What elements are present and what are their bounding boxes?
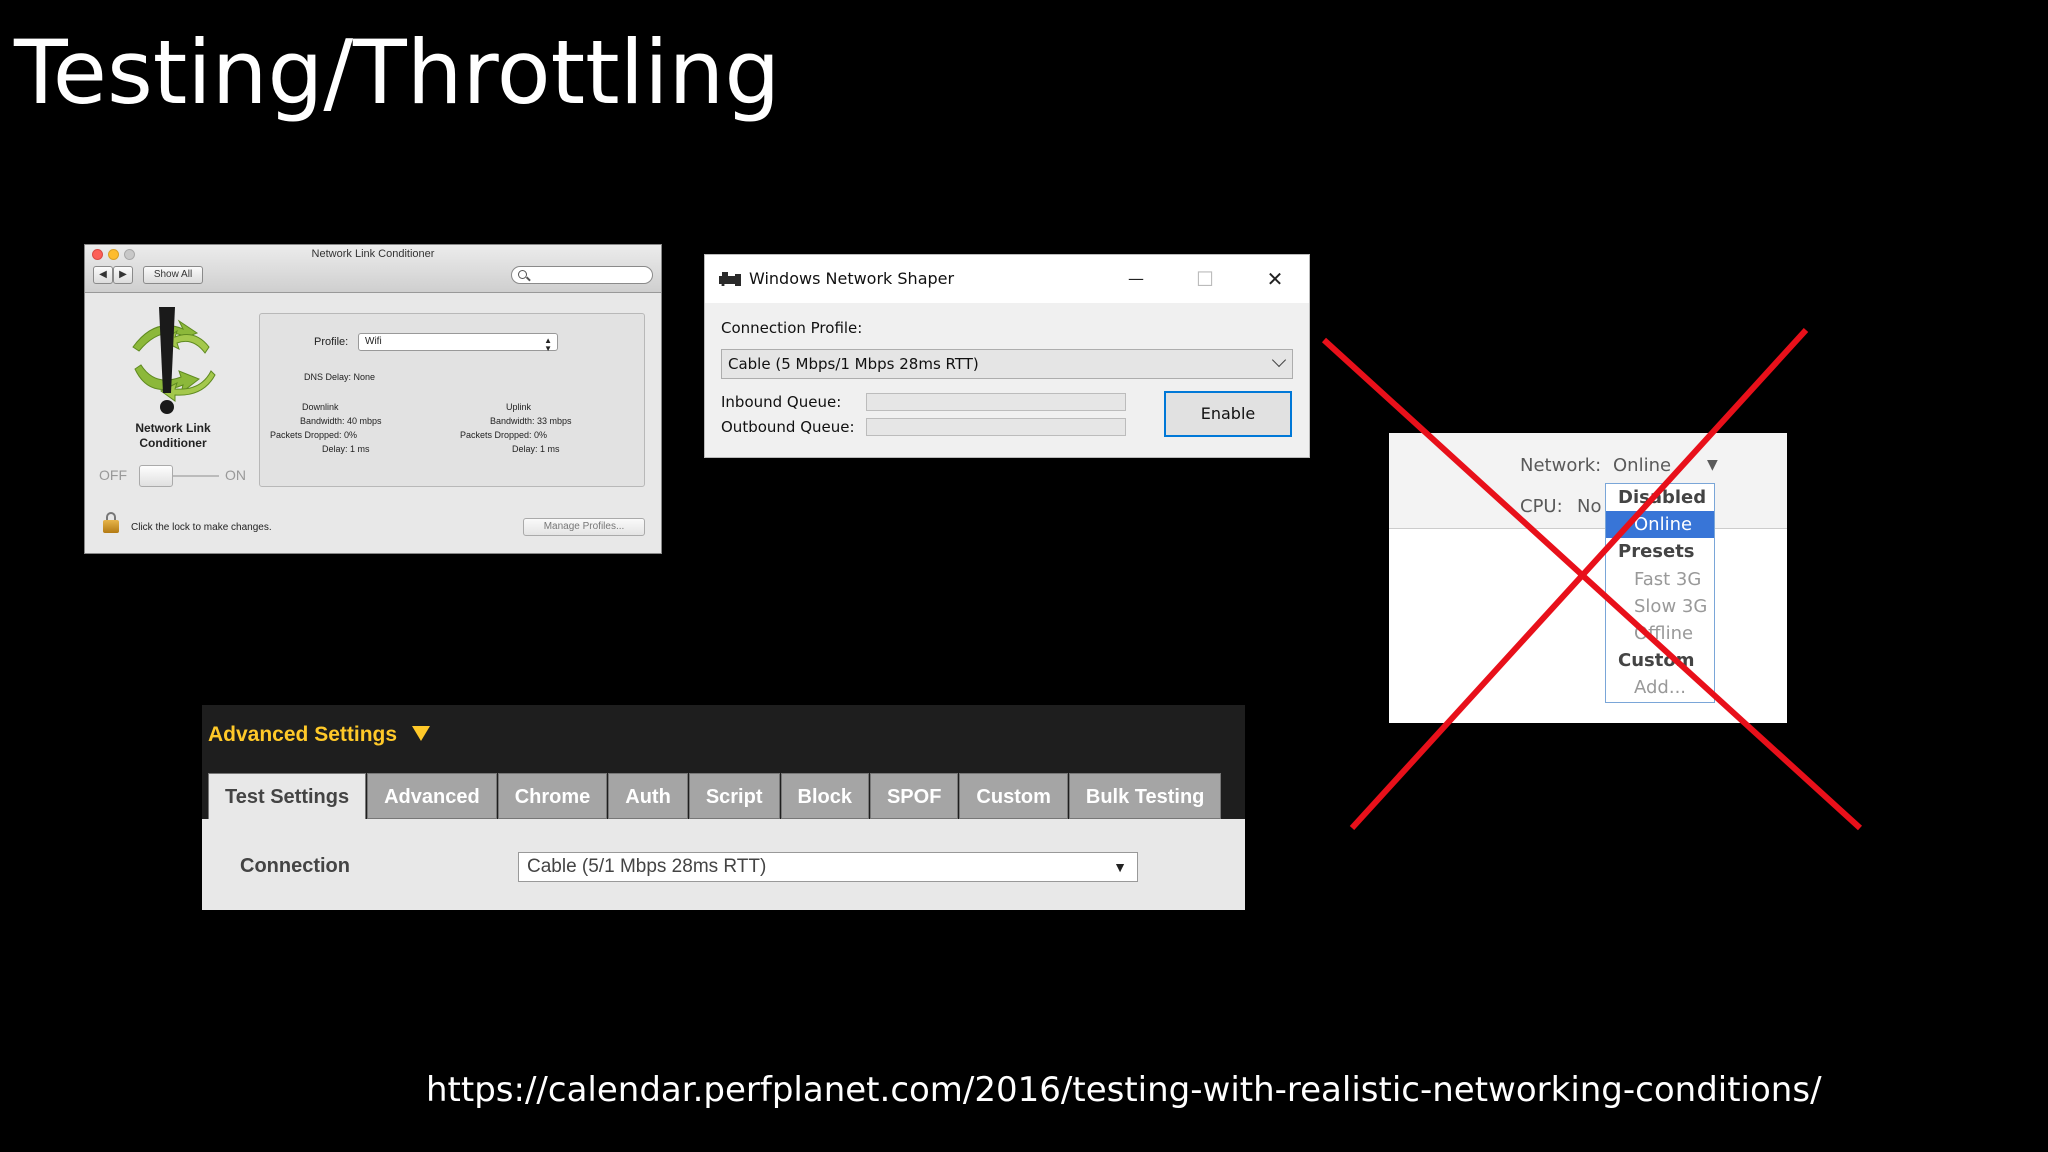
profile-panel: Profile: Wifi ▲ ▼ DNS Delay: None Downlin…	[259, 313, 645, 487]
network-link-conditioner-window: Network Link Conditioner ◀ ▶ Show All Ne…	[84, 244, 662, 554]
tab-block[interactable]: Block	[780, 773, 869, 819]
menu-item-slow-3g[interactable]: Slow 3G	[1606, 593, 1714, 620]
triangle-down-icon[interactable]	[412, 726, 430, 741]
menu-group-custom: Custom	[1618, 650, 1695, 672]
tab-custom[interactable]: Custom	[959, 773, 1068, 819]
tab-auth[interactable]: Auth	[608, 773, 688, 819]
menu-item-add[interactable]: Add...	[1606, 674, 1714, 701]
chrome-throttling-panel: Network: Online ▼ CPU: No Disabled Onlin…	[1389, 433, 1787, 723]
search-icon	[518, 270, 527, 279]
profile-select-value: Wifi	[365, 336, 382, 347]
logo-label-line2: Conditioner	[139, 436, 207, 450]
settings-tabs: Test Settings Advanced Chrome Auth Scrip…	[208, 773, 1222, 825]
close-icon[interactable]: ✕	[1261, 265, 1289, 293]
connection-label: Connection	[240, 855, 350, 877]
outbound-queue-bar	[866, 418, 1126, 436]
uplink-delay: Delay: 1 ms	[512, 444, 560, 454]
uplink-bandwidth: Bandwidth: 33 mbps	[490, 416, 572, 426]
show-all-button[interactable]: Show All	[143, 266, 203, 284]
downlink-delay: Delay: 1 ms	[322, 444, 370, 454]
chevron-down-icon: ▼	[1113, 859, 1127, 875]
inbound-queue-label: Inbound Queue:	[721, 393, 842, 411]
network-label: Network:	[1520, 455, 1602, 476]
nlc-titlebar: Network Link Conditioner ◀ ▶ Show All	[85, 245, 661, 293]
connection-profile-label: Connection Profile:	[721, 319, 863, 337]
window-title: Windows Network Shaper	[749, 269, 955, 288]
chevron-down-icon	[1271, 352, 1287, 368]
window-title: Network Link Conditioner	[311, 248, 435, 260]
test-settings-body: Connection Cable (5/1 Mbps 28ms RTT) ▼	[202, 819, 1245, 910]
switch-track	[173, 475, 219, 477]
uplink-packets-dropped: Packets Dropped: 0%	[460, 430, 548, 440]
menu-item-offline[interactable]: Offline	[1606, 620, 1714, 647]
windows-network-shaper-window: Windows Network Shaper — ☐ ✕ Connection …	[704, 254, 1310, 458]
tab-spof[interactable]: SPOF	[869, 773, 959, 819]
dns-delay: DNS Delay: None	[304, 372, 376, 382]
downlink-packets-dropped: Packets Dropped: 0%	[270, 430, 358, 440]
tab-bulk-testing[interactable]: Bulk Testing	[1068, 773, 1222, 819]
cpu-value[interactable]: No	[1577, 496, 1601, 517]
menu-group-disabled[interactable]: Disabled	[1606, 484, 1714, 511]
network-value[interactable]: Online	[1613, 455, 1671, 476]
tab-script[interactable]: Script	[688, 773, 780, 819]
back-button[interactable]: ◀	[93, 266, 113, 284]
on-off-switch[interactable]	[139, 465, 221, 487]
cpu-label: CPU:	[1520, 496, 1563, 517]
profile-label: Profile:	[314, 336, 349, 348]
maximize-icon[interactable]: ☐	[1191, 265, 1219, 293]
switch-knob[interactable]	[139, 465, 173, 487]
enable-button[interactable]: Enable	[1164, 391, 1292, 437]
webpagetest-advanced-settings: Advanced Settings Test Settings Advanced…	[202, 705, 1245, 910]
logo-label-line1: Network Link	[135, 421, 211, 435]
updown-arrows-icon: ▲ ▼	[544, 336, 552, 353]
search-field[interactable]	[511, 266, 653, 284]
forward-button[interactable]: ▶	[113, 266, 133, 284]
switch-off-label: OFF	[99, 467, 127, 483]
tab-advanced[interactable]: Advanced	[367, 773, 497, 819]
profile-select[interactable]: Wifi ▲ ▼	[358, 333, 558, 353]
inbound-queue-bar	[866, 393, 1126, 411]
footer-url[interactable]: https://calendar.perfplanet.com/2016/tes…	[426, 1070, 1822, 1110]
uplink-heading: Uplink	[506, 402, 532, 412]
lock-icon[interactable]	[103, 512, 119, 534]
menu-item-online[interactable]: Online	[1606, 511, 1714, 539]
logo-label: Network Link Conditioner	[105, 421, 241, 451]
minimize-icon[interactable]: —	[1122, 265, 1150, 293]
network-link-conditioner-logo-icon	[132, 307, 216, 414]
downlink-heading: Downlink	[302, 402, 339, 412]
manage-profiles-button[interactable]: Manage Profiles...	[523, 518, 645, 536]
downlink-bandwidth: Bandwidth: 40 mbps	[300, 416, 382, 426]
network-throttle-menu: Disabled Online Presets Fast 3G Slow 3G …	[1605, 483, 1715, 703]
tab-test-settings[interactable]: Test Settings	[208, 773, 367, 825]
menu-group-presets: Presets	[1618, 541, 1695, 563]
outbound-queue-label: Outbound Queue:	[721, 418, 855, 436]
connection-select-value: Cable (5/1 Mbps 28ms RTT)	[527, 856, 767, 877]
lock-hint: Click the lock to make changes.	[131, 522, 272, 533]
dropdown-caret-icon[interactable]: ▼	[1707, 457, 1718, 473]
switch-on-label: ON	[225, 467, 246, 483]
tab-chrome[interactable]: Chrome	[497, 773, 608, 819]
network-shaper-icon	[719, 272, 741, 286]
slide-title: Testing/Throttling	[14, 21, 781, 124]
advanced-settings-header[interactable]: Advanced Settings	[208, 723, 397, 747]
connection-profile-value: Cable (5 Mbps/1 Mbps 28ms RTT)	[728, 355, 979, 373]
menu-item-fast-3g[interactable]: Fast 3G	[1606, 566, 1714, 593]
connection-select[interactable]: Cable (5/1 Mbps 28ms RTT) ▼	[518, 852, 1138, 882]
connection-profile-select[interactable]: Cable (5 Mbps/1 Mbps 28ms RTT)	[721, 349, 1293, 379]
wns-titlebar: Windows Network Shaper — ☐ ✕	[705, 255, 1309, 303]
